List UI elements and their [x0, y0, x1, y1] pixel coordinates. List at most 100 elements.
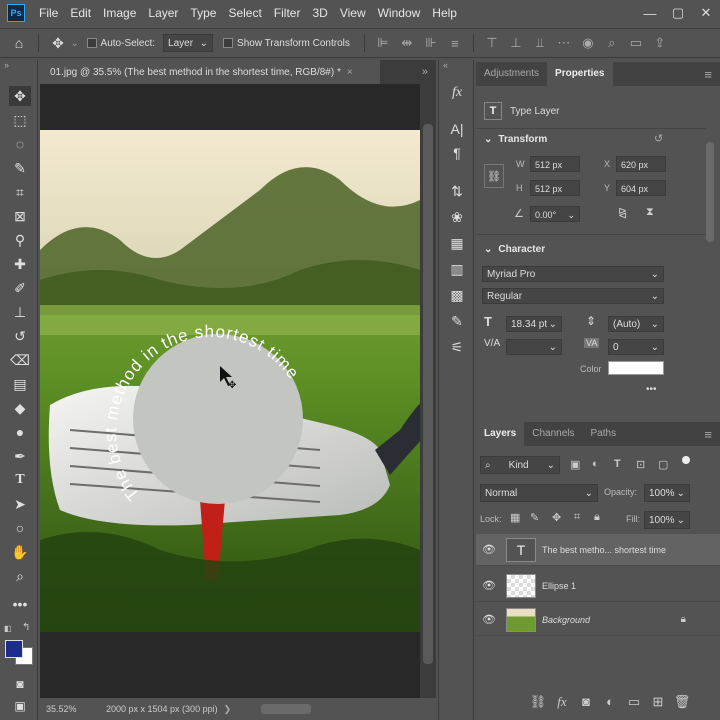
- lock-artboard-icon[interactable]: ⌗: [574, 511, 580, 524]
- more-options-icon[interactable]: ⋯: [552, 35, 576, 51]
- tracking-field[interactable]: 0 ⌄: [608, 339, 664, 355]
- clone-stamp-tool-icon[interactable]: ⊥: [9, 302, 31, 322]
- layer-filter-dropdown[interactable]: ⌕ Kind ⌄: [480, 456, 560, 474]
- menu-edit[interactable]: Edit: [64, 6, 97, 20]
- kerning-field[interactable]: ⌄: [506, 339, 562, 355]
- align-bottom-icon[interactable]: ⫫: [528, 35, 552, 51]
- foreground-color-swatch[interactable]: [5, 640, 23, 658]
- leading-field[interactable]: (Auto) ⌄: [608, 316, 664, 332]
- paragraph-panel-icon[interactable]: ¶: [446, 142, 468, 164]
- eraser-tool-icon[interactable]: ⌫: [9, 350, 31, 370]
- menu-layer[interactable]: Layer: [142, 6, 184, 20]
- link-layers-icon[interactable]: ⛓: [526, 694, 550, 710]
- y-field[interactable]: 604 px: [616, 180, 666, 196]
- default-colors-icon[interactable]: ◧: [4, 624, 12, 633]
- lasso-tool-icon[interactable]: ◌: [9, 134, 31, 154]
- grid-icon[interactable]: ▦: [446, 232, 468, 254]
- menu-3d[interactable]: 3D: [306, 6, 333, 20]
- filter-adjustment-icon[interactable]: ◐: [592, 458, 599, 470]
- tabs-overflow-icon[interactable]: »: [422, 66, 428, 78]
- angle-field[interactable]: 0.00° ⌄: [530, 206, 580, 222]
- font-family-dropdown[interactable]: Myriad Pro ⌄: [482, 266, 664, 282]
- patterns-icon[interactable]: ▩: [446, 284, 468, 306]
- layer-name[interactable]: Ellipse 1: [542, 581, 576, 591]
- brush-tool-icon[interactable]: ✐: [9, 278, 31, 298]
- layer-row-type[interactable]: 👁︎ T The best metho... shortest time: [476, 534, 720, 566]
- layer-mask-icon[interactable]: ◙: [574, 694, 598, 710]
- eyedropper-tool-icon[interactable]: ⚲: [9, 230, 31, 250]
- layer-row-background[interactable]: 👁︎ Background 🔒︎: [476, 604, 720, 636]
- flip-horizontal-icon[interactable]: ⧎: [618, 206, 627, 219]
- reset-transform-icon[interactable]: ↺: [654, 132, 663, 145]
- more-options-icon[interactable]: •••: [646, 384, 657, 395]
- panel-scrollbar[interactable]: [706, 142, 714, 242]
- align-center-icon[interactable]: ⇹: [395, 35, 419, 51]
- menu-file[interactable]: File: [33, 6, 64, 20]
- tab-paths[interactable]: Paths: [583, 422, 625, 446]
- visibility-eye-icon[interactable]: 👁︎: [476, 579, 502, 592]
- show-transform-checkbox[interactable]: Show Transform Controls: [223, 38, 350, 49]
- frame-tool-icon[interactable]: ⊠: [9, 206, 31, 226]
- menu-help[interactable]: Help: [426, 6, 463, 20]
- new-layer-icon[interactable]: ⊞: [646, 694, 670, 710]
- visibility-eye-icon[interactable]: 👁︎: [476, 613, 502, 626]
- document-canvas[interactable]: The best method in the shortest time ✥: [40, 130, 420, 632]
- height-field[interactable]: 512 px: [530, 180, 580, 196]
- menu-view[interactable]: View: [334, 6, 372, 20]
- blur-tool-icon[interactable]: ◆: [9, 398, 31, 418]
- scroll-thumb[interactable]: [423, 124, 433, 664]
- menu-image[interactable]: Image: [97, 6, 142, 20]
- adjustment-layer-icon[interactable]: ◐: [598, 694, 622, 710]
- layer-name[interactable]: The best metho... shortest time: [542, 545, 666, 555]
- adjustments-icon[interactable]: ⇅: [446, 180, 468, 202]
- panel-menu-icon[interactable]: ≡: [704, 427, 712, 442]
- edit-toolbar-icon[interactable]: •••: [9, 594, 31, 614]
- text-color-swatch[interactable]: [608, 361, 664, 375]
- quick-select-tool-icon[interactable]: ✎: [9, 158, 31, 178]
- filter-toggle-icon[interactable]: [682, 456, 690, 464]
- ellipse-tool-icon[interactable]: ○: [9, 518, 31, 538]
- tab-adjustments[interactable]: Adjustments: [476, 62, 547, 86]
- lock-all-icon[interactable]: 🔒︎: [594, 511, 600, 524]
- menu-type[interactable]: Type: [184, 6, 222, 20]
- menu-filter[interactable]: Filter: [268, 6, 307, 20]
- align-right-icon[interactable]: ⊪: [419, 35, 443, 51]
- brushes-icon[interactable]: ✎: [446, 310, 468, 332]
- tool-presets-icon[interactable]: ⚟: [446, 336, 468, 358]
- menu-window[interactable]: Window: [372, 6, 427, 20]
- swap-colors-icon[interactable]: ↰: [22, 622, 30, 633]
- 3d-mode-icon[interactable]: ◉: [576, 35, 600, 51]
- gradient-panel-icon[interactable]: ▥: [446, 258, 468, 280]
- gradient-tool-icon[interactable]: ▤: [9, 374, 31, 394]
- checkbox-box[interactable]: [86, 38, 97, 48]
- collapse-arrows-icon[interactable]: »: [4, 60, 9, 70]
- auto-select-checkbox[interactable]: Auto-Select:: [86, 38, 155, 49]
- font-style-dropdown[interactable]: Regular ⌄: [482, 288, 664, 304]
- filter-smart-object-icon[interactable]: ▢: [658, 458, 668, 471]
- home-icon[interactable]: ⌂: [6, 35, 32, 51]
- workspace-icon[interactable]: ▭: [624, 35, 648, 51]
- tab-layers[interactable]: Layers: [476, 422, 525, 446]
- minimize-button[interactable]: —: [636, 6, 664, 21]
- delete-layer-icon[interactable]: 🗑︎: [670, 694, 694, 710]
- new-group-icon[interactable]: ▭: [622, 694, 646, 710]
- tab-properties[interactable]: Properties: [547, 62, 613, 86]
- close-tab-button[interactable]: ×: [347, 67, 353, 78]
- tab-channels[interactable]: Channels: [524, 422, 582, 446]
- lock-transparent-icon[interactable]: ▦: [510, 511, 520, 524]
- visibility-eye-icon[interactable]: 👁︎: [476, 543, 502, 556]
- font-size-field[interactable]: 18.34 pt ⌄: [506, 316, 562, 332]
- vertical-scrollbar[interactable]: [420, 84, 436, 698]
- checkbox-box[interactable]: [223, 38, 234, 48]
- width-field[interactable]: 512 px: [530, 156, 580, 172]
- swatches-icon[interactable]: ❀: [446, 206, 468, 228]
- distribute-icon[interactable]: ≡: [443, 36, 467, 51]
- move-tool-icon[interactable]: ✥: [9, 86, 31, 106]
- transform-section[interactable]: ⌄ Transform: [484, 134, 547, 145]
- fill-field[interactable]: 100% ⌄: [644, 511, 690, 529]
- quick-mask-icon[interactable]: ◙: [9, 674, 31, 694]
- screen-mode-icon[interactable]: ▣: [9, 696, 31, 716]
- crop-tool-icon[interactable]: ⌗: [9, 182, 31, 202]
- align-top-icon[interactable]: ⊤: [480, 35, 504, 51]
- auto-select-dropdown[interactable]: Layer ⌄: [163, 34, 214, 52]
